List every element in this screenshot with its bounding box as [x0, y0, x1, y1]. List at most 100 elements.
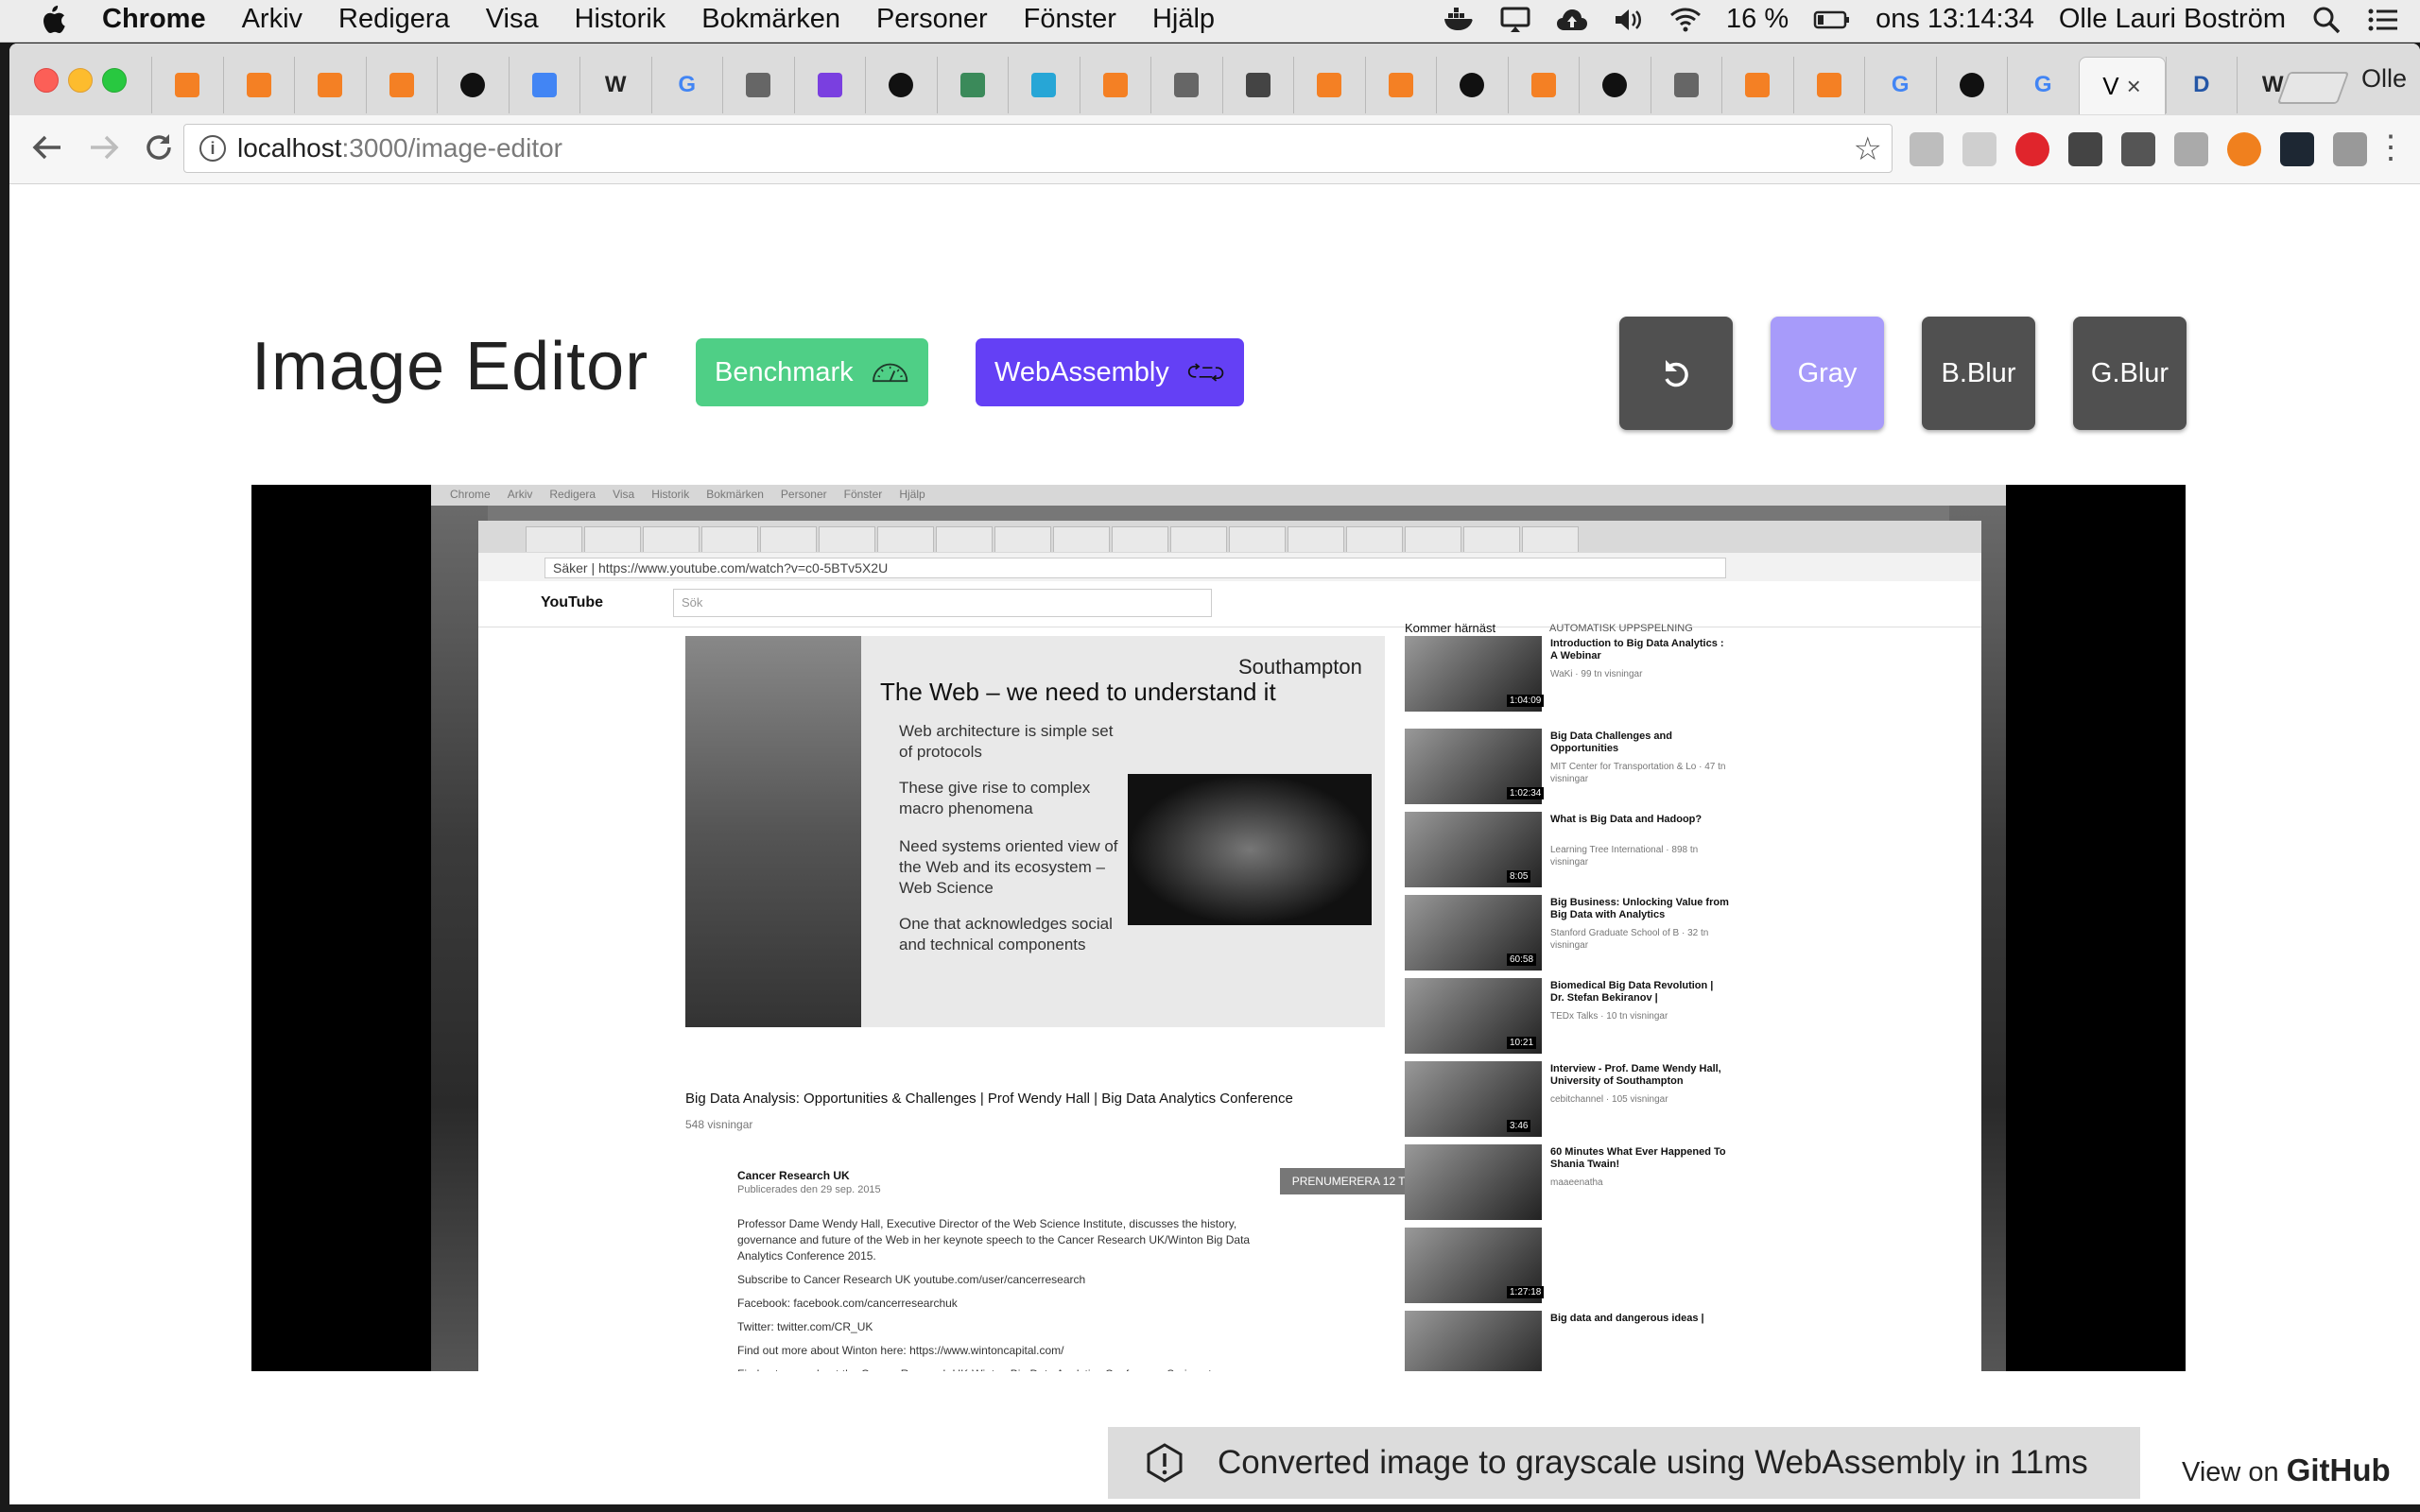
browser-tab[interactable]	[1507, 57, 1580, 113]
user-name[interactable]: Olle Lauri Boström	[2059, 4, 2286, 35]
image-related-video: Big data and dangerous ideas |	[1405, 1311, 1745, 1371]
clock[interactable]: ons 13:14:34	[1876, 4, 2034, 35]
reader-icon	[1245, 73, 1270, 97]
browser-tab[interactable]	[1079, 57, 1151, 113]
browser-tab[interactable]	[865, 57, 937, 113]
image-video-duration: 1:02:34	[1507, 787, 1545, 799]
browser-tab[interactable]	[1364, 57, 1437, 113]
menu-app-chrome[interactable]: Chrome	[102, 4, 206, 35]
window-close-button[interactable]	[34, 68, 59, 93]
browser-tab[interactable]	[1221, 57, 1294, 113]
window-minimize-button[interactable]	[68, 68, 93, 93]
benchmark-button[interactable]: Benchmark	[696, 338, 928, 406]
volume-icon[interactable]	[1613, 6, 1645, 34]
cloud-upload-icon[interactable]	[1556, 6, 1588, 34]
browser-tab[interactable]	[1935, 57, 2008, 113]
menu-arkiv[interactable]: Arkiv	[242, 4, 302, 35]
angular-icon[interactable]	[2121, 132, 2155, 166]
menu-historik[interactable]: Historik	[575, 4, 666, 35]
browser-tab[interactable]: G	[2007, 57, 2079, 113]
back-button[interactable]	[28, 129, 66, 166]
display-icon[interactable]	[1499, 6, 1531, 34]
angular-gray-icon[interactable]	[2174, 132, 2208, 166]
browser-tab[interactable]	[1293, 57, 1365, 113]
ublock-icon[interactable]	[2227, 132, 2261, 166]
box-blur-button[interactable]: B.Blur	[1922, 317, 2035, 430]
browser-tab[interactable]	[1436, 57, 1508, 113]
status-toast: Converted image to grayscale using WebAs…	[1108, 1427, 2140, 1499]
url-text[interactable]: localhost:3000/image-editor	[237, 133, 562, 163]
image-tab	[877, 526, 934, 552]
forward-button[interactable]	[85, 129, 123, 166]
browser-tab[interactable]	[1792, 57, 1865, 113]
image-video-duration: 1:04:09	[1507, 695, 1545, 707]
reset-image-button[interactable]	[1619, 317, 1733, 430]
grayscale-filter-button[interactable]: Gray	[1771, 317, 1884, 430]
browser-tab[interactable]	[1150, 57, 1222, 113]
forward-arrow-icon	[91, 135, 119, 160]
image-video-title-small: Big Business: Unlocking Value from Big D…	[1550, 897, 1729, 920]
browser-tab[interactable]	[508, 57, 580, 113]
browser-tab[interactable]	[1008, 57, 1080, 113]
extension-icon[interactable]	[1962, 132, 1996, 166]
menu-personer[interactable]: Personer	[876, 4, 988, 35]
chrome-menu-icon[interactable]: ⋮	[2375, 129, 2407, 166]
browser-tab[interactable]	[1579, 57, 1651, 113]
browser-tab[interactable]: W	[579, 57, 651, 113]
browser-tab[interactable]: G	[650, 57, 723, 113]
browser-tab[interactable]	[1721, 57, 1793, 113]
browser-tab[interactable]	[936, 57, 1009, 113]
spotlight-search-icon[interactable]	[2310, 6, 2342, 34]
browser-tab[interactable]	[722, 57, 794, 113]
profile-button[interactable]: Olle	[2361, 64, 2407, 94]
stackoverflow-icon	[389, 73, 414, 97]
browser-tab[interactable]	[294, 57, 366, 113]
browser-tab[interactable]	[365, 57, 438, 113]
apple-icon[interactable]	[38, 4, 66, 36]
wifi-icon[interactable]	[1669, 6, 1702, 34]
image-video-duration: 1:27:18	[1507, 1286, 1545, 1298]
image-browser-window: Säker | https://www.youtube.com/watch?v=…	[478, 521, 1981, 1371]
opera-icon[interactable]	[2015, 132, 2049, 166]
browser-tab[interactable]	[1650, 57, 1722, 113]
reload-button[interactable]	[140, 129, 178, 166]
menu-bokmarken[interactable]: Bokmärken	[701, 4, 840, 35]
new-tab-button[interactable]	[2276, 72, 2350, 104]
gaussian-blur-button[interactable]: G.Blur	[2073, 317, 2187, 430]
browser-tab[interactable]	[151, 57, 223, 113]
image-menubar-item: Visa	[613, 488, 635, 501]
browser-tab[interactable]	[793, 57, 866, 113]
docker-icon[interactable]	[1443, 6, 1475, 34]
image-menubar-item: Hjälp	[899, 488, 925, 501]
github-icon	[1602, 73, 1628, 97]
image-video-title-small: Interview - Prof. Dame Wendy Hall, Unive…	[1550, 1063, 1721, 1087]
notification-center-icon[interactable]	[2367, 6, 2399, 34]
menu-hjalp[interactable]: Hjälp	[1152, 4, 1215, 35]
image-speaker-photo	[685, 636, 861, 1027]
vue-icon[interactable]	[2333, 132, 2367, 166]
react-icon[interactable]	[2280, 132, 2314, 166]
browser-tab[interactable]: G	[1864, 57, 1936, 113]
browser-tab[interactable]: D	[2165, 57, 2238, 113]
view-on-github-link[interactable]: View on GitHub	[2182, 1452, 2391, 1488]
menu-visa[interactable]: Visa	[486, 4, 539, 35]
active-tab[interactable]: V ×	[2078, 57, 2166, 114]
image-video-meta: Stanford Graduate School of B · 32 tn vi…	[1550, 928, 1709, 951]
webassembly-toggle-button[interactable]: WebAssembly	[976, 338, 1244, 406]
menu-redigera[interactable]: Redigera	[338, 4, 450, 35]
address-bar[interactable]: i localhost:3000/image-editor ☆	[183, 124, 1893, 173]
sync-icon[interactable]	[2068, 132, 2102, 166]
image-tab-strip	[478, 521, 1981, 553]
image-channel-name: Cancer Research UK	[737, 1169, 850, 1182]
file-icon	[1174, 73, 1200, 97]
window-maximize-button[interactable]	[102, 68, 127, 93]
site-info-icon[interactable]: i	[199, 135, 226, 162]
drive-icon[interactable]	[1910, 132, 1944, 166]
menu-fonster[interactable]: Fönster	[1024, 4, 1116, 35]
browser-tab[interactable]	[222, 57, 295, 113]
bookmark-star-icon[interactable]: ☆	[1854, 130, 1882, 168]
image-related-video: 60 Minutes What Ever Happened To Shania …	[1405, 1144, 1745, 1220]
battery-icon[interactable]	[1813, 6, 1851, 34]
browser-tab[interactable]	[437, 57, 509, 113]
tab-close-icon[interactable]: ×	[2127, 72, 2141, 101]
